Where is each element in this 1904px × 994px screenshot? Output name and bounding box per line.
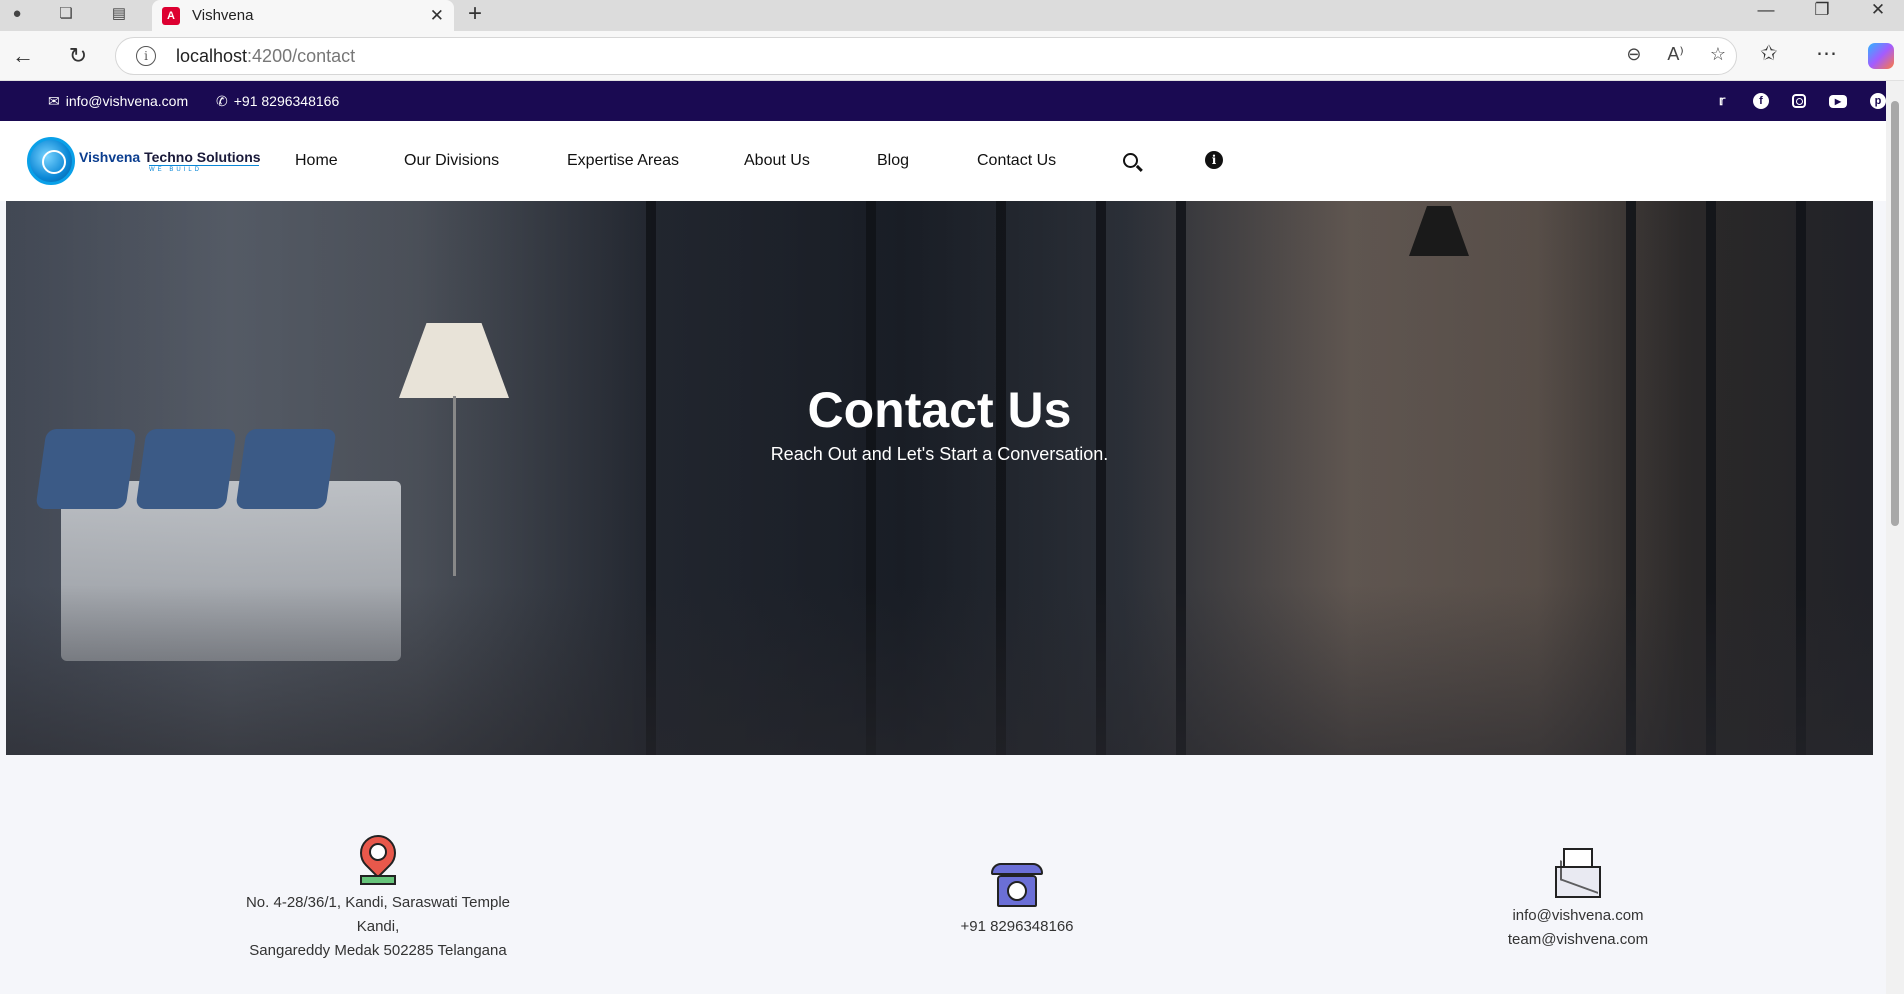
company-logo[interactable]: Vishvena Techno Solutions WE BUILD (27, 136, 272, 186)
info-icon[interactable]: i (1203, 149, 1225, 171)
envelope-icon: ✉ (48, 92, 60, 109)
browser-tab-bar: ● ❏ ▤ A Vishvena ✕ + — ❐ ✕ (0, 0, 1904, 31)
favorite-star-icon[interactable]: ☆ (1710, 44, 1726, 65)
logo-tagline: WE BUILD (149, 165, 259, 173)
hero-subtitle: Reach Out and Let's Start a Conversation… (770, 444, 1109, 464)
globe-logo-icon (27, 137, 75, 185)
contact-email-2[interactable]: team@vishvena.com (1478, 928, 1678, 952)
url-field[interactable]: i localhost:4200/contact ⊖ A⁾ ☆ (115, 37, 1737, 75)
logo-name: Vishvena Techno Solutions (79, 149, 261, 165)
hero-bg-floor (6, 585, 1873, 755)
minimize-icon[interactable]: — (1738, 0, 1794, 20)
nav-our-divisions[interactable]: Our Divisions (404, 121, 499, 201)
scrollbar-thumb[interactable] (1891, 101, 1899, 526)
new-tab-icon[interactable]: + (468, 0, 482, 28)
contact-phone[interactable]: +91 8296348166 (917, 915, 1117, 939)
main-navbar: Vishvena Techno Solutions WE BUILD Home … (0, 121, 1886, 201)
social-links: 𝕣 f ▶ p (1691, 81, 1886, 121)
hero-bg-ceiling-lamp (1409, 206, 1469, 256)
hero-bg-pillow (35, 429, 137, 509)
contact-email-1[interactable]: info@vishvena.com (1478, 904, 1678, 928)
address-line-2: Kandi, (356, 918, 400, 935)
nav-blog[interactable]: Blog (877, 121, 909, 201)
phone-icon: ✆ (216, 92, 228, 109)
twitter-icon[interactable]: 𝕣 (1714, 93, 1730, 109)
window-close-icon[interactable]: ✕ (1850, 0, 1904, 20)
read-aloud-icon[interactable]: A⁾ (1667, 44, 1683, 65)
mail-envelope-icon (1555, 848, 1601, 898)
favorites-icon[interactable]: ✩ (1760, 41, 1778, 66)
workspaces-icon[interactable]: ❏ (53, 2, 79, 24)
hero-bg-pillow (135, 429, 237, 509)
location-pin-icon (352, 827, 404, 885)
address-card: No. 4-28/36/1, Kandi, Saraswati Temple K… (228, 827, 528, 963)
address-line-3: Sangareddy Medak 502285 Telangana (249, 942, 507, 959)
browser-address-bar: ← ↻ i localhost:4200/contact ⊖ A⁾ ☆ ✩ ⋯ (0, 31, 1904, 81)
page-scrollbar[interactable] (1886, 81, 1904, 994)
site-topbar: ✉ info@vishvena.com ✆ +91 8296348166 𝕣 f… (0, 81, 1886, 121)
url-text: localhost:4200/contact (176, 45, 356, 66)
profile-icon[interactable]: ● (4, 2, 30, 24)
instagram-icon[interactable] (1792, 94, 1806, 108)
telephone-icon (991, 863, 1043, 909)
back-icon[interactable]: ← (8, 41, 38, 71)
nav-about-us[interactable]: About Us (744, 121, 810, 201)
more-icon[interactable]: ⋯ (1816, 41, 1837, 66)
tab-close-icon[interactable]: ✕ (430, 6, 444, 26)
email-card: info@vishvena.com team@vishvena.com (1478, 848, 1678, 952)
refresh-icon[interactable]: ↻ (63, 41, 93, 71)
zoom-out-icon[interactable]: ⊖ (1626, 44, 1641, 65)
tab-title: Vishvena (192, 7, 254, 24)
facebook-icon[interactable]: f (1753, 93, 1769, 109)
topbar-phone[interactable]: ✆ +91 8296348166 (216, 81, 339, 121)
pinterest-icon[interactable]: p (1870, 93, 1886, 109)
hero-title: Contact Us (807, 382, 1072, 438)
restore-icon[interactable]: ❐ (1794, 0, 1850, 20)
tab-actions-icon[interactable]: ▤ (106, 2, 132, 24)
phone-card: +91 8296348166 (917, 863, 1117, 939)
nav-expertise-areas[interactable]: Expertise Areas (567, 121, 679, 201)
browser-tab[interactable]: A Vishvena ✕ (152, 0, 454, 31)
search-icon[interactable] (1119, 149, 1141, 171)
angular-favicon-icon: A (162, 6, 180, 25)
address-line-1: No. 4-28/36/1, Kandi, Saraswati Temple (245, 894, 511, 911)
site-info-icon[interactable]: i (136, 46, 156, 66)
copilot-icon[interactable] (1868, 43, 1894, 69)
nav-home[interactable]: Home (295, 121, 338, 201)
hero-bg-pillow (235, 429, 337, 509)
youtube-icon[interactable]: ▶ (1829, 94, 1847, 108)
topbar-email[interactable]: ✉ info@vishvena.com (48, 81, 188, 121)
nav-contact-us[interactable]: Contact Us (977, 121, 1056, 201)
hero-banner: Contact Us Reach Out and Let's Start a C… (6, 201, 1873, 755)
